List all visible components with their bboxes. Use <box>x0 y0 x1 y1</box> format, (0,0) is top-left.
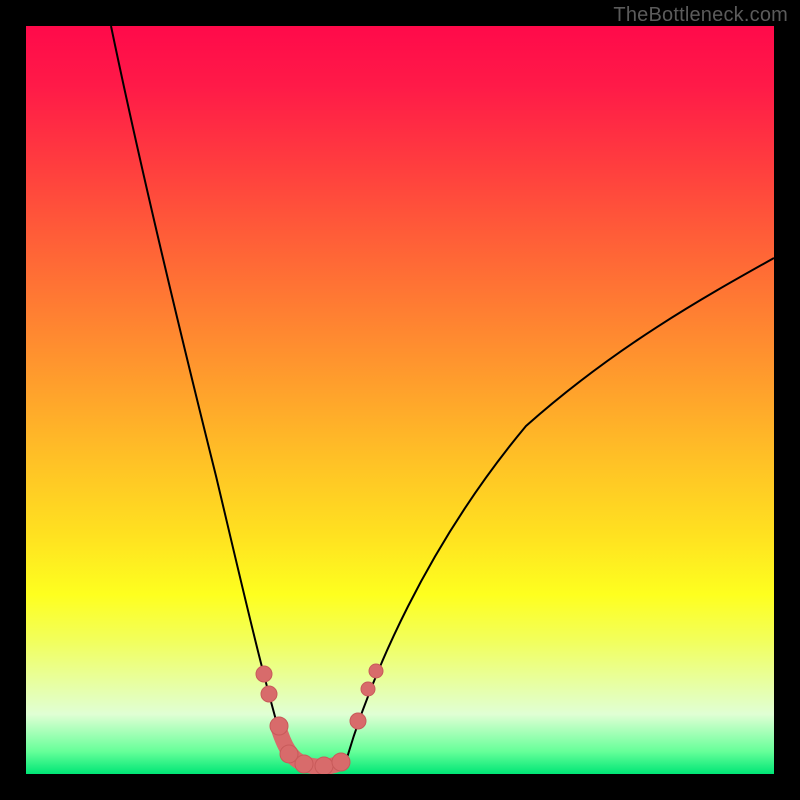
curve-right-branch <box>346 258 774 761</box>
bottleneck-curve-svg <box>26 26 774 774</box>
plot-area <box>26 26 774 774</box>
marker-dot <box>332 753 350 771</box>
curve-left-branch <box>111 26 288 761</box>
marker-dot <box>361 682 375 696</box>
marker-dot <box>270 717 288 735</box>
marker-dot <box>261 686 277 702</box>
marker-dot <box>315 757 333 774</box>
marker-dot <box>295 755 313 773</box>
marker-dot <box>350 713 366 729</box>
watermark-text: TheBottleneck.com <box>613 4 788 27</box>
marker-dot <box>369 664 383 678</box>
marker-dot <box>256 666 272 682</box>
